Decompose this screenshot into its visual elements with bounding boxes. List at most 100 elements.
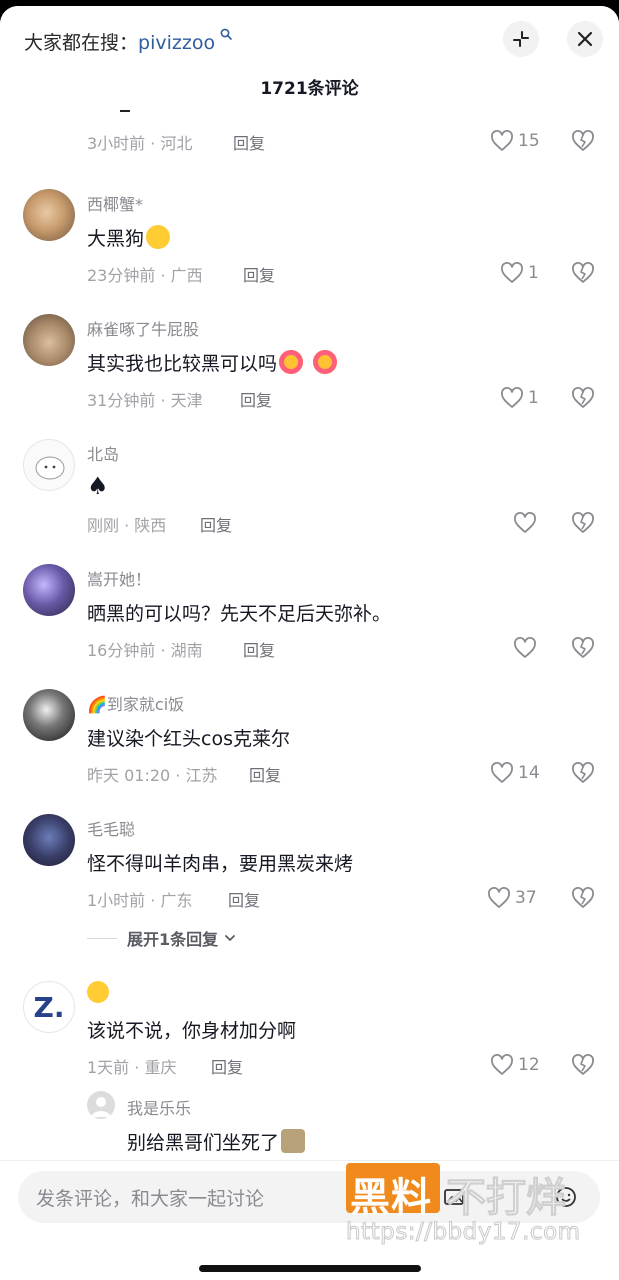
comment-meta: 1天前 · 重庆 [87,1058,177,1077]
watermark-url: https://bbdy17.com [346,1219,581,1246]
dislike-heart-icon[interactable] [570,385,596,411]
like-button[interactable]: 12 [490,1052,540,1078]
heart-icon [501,262,523,283]
divider [87,937,117,939]
comment-text-content: 其实我也比较黑可以吗 [87,353,278,375]
watermark-tagline: 不打烊 [446,1175,567,1222]
comment-meta: 3小时前 · 河北 [87,134,193,153]
comment-username[interactable] [87,981,109,1007]
expand-replies-button[interactable]: 展开1条回复 [87,926,238,950]
comment-meta: 昨天 01:20 · 江苏 [87,766,218,785]
heart-icon [491,762,513,783]
avatar[interactable] [23,814,75,866]
comment-username[interactable]: 北岛 [87,441,119,465]
avatar[interactable]: Z. [23,981,75,1033]
watermark: 黑料 不打烊 https://bbdy17.com [346,1163,596,1253]
minimize-icon [513,31,529,47]
comment-username[interactable]: 西椰蟹* [87,191,143,215]
expand-replies-label: 展开1条回复 [127,930,219,949]
heart-icon [514,512,536,533]
like-button[interactable] [513,510,541,536]
emoji-flushed [146,225,171,249]
chevron-down-icon [225,935,236,941]
comment-meta: 刚刚 · 陕西 [87,516,167,535]
avatar[interactable] [23,189,75,241]
comment-meta: 16分钟前 · 湖南 [87,641,203,660]
dislike-heart-icon[interactable] [570,128,596,154]
trending-search-prefix: 大家都在搜： [24,32,139,54]
default-avatar-icon [91,1097,111,1117]
comment-username[interactable]: 毛毛聪 [87,816,135,840]
avatar[interactable] [23,689,75,741]
avatar[interactable] [23,564,75,616]
comment-text-content: 大黑狗 [87,228,145,250]
comment-text: 大黑狗 [87,224,171,251]
comment-text: 该说不说，你身材加分啊 [87,1020,297,1042]
heart-icon [491,130,513,151]
trending-search-keyword[interactable]: pivizzoo [138,32,215,54]
dislike-heart-icon[interactable] [570,510,596,536]
comment-meta: 31分钟前 · 天津 [87,391,203,410]
like-button[interactable]: 15 [490,128,540,154]
comment-count: 1721条评论 [260,79,359,99]
reply-button[interactable]: 回复 [228,887,260,911]
comment-text: 怪不得叫羊肉串，要用黑炭来烤 [87,853,354,875]
comment-text: 晒黑的可以吗？先天不足后天弥补。 [87,603,392,625]
avatar[interactable] [23,314,75,366]
like-count: 12 [518,1055,540,1075]
reply-button[interactable]: 回复 [211,1054,243,1078]
truncated-text-fragment [120,110,130,112]
minimize-button[interactable] [503,21,539,57]
reply-button[interactable]: 回复 [200,512,232,536]
comment-meta: 1小时前 · 广东 [87,891,193,910]
dislike-heart-icon[interactable] [570,260,596,286]
like-button[interactable]: 37 [487,885,537,911]
comment-username[interactable]: 麻雀啄了牛屁股 [87,316,199,340]
reply-text-content: 别给黑哥们坐死了 [127,1132,280,1154]
heart-icon [491,1054,513,1075]
dislike-heart-icon[interactable] [570,760,596,786]
comments-header: 大家都在搜：pivizzoo 1721条评论 [0,6,619,110]
comment-text: 其实我也比较黑可以吗 [87,349,338,376]
emoji-heart-eyes [313,350,338,374]
comments-sheet: 大家都在搜：pivizzoo 1721条评论 3小时前 · 河北 回复 15 西… [0,6,619,1280]
reply-button[interactable]: 回复 [249,762,281,786]
comment-list[interactable]: 3小时前 · 河北 回复 15 西椰蟹* 大黑狗 23分钟前 · 广西 回复 1… [0,106,619,1166]
comment-username[interactable]: 嵩开她！ [87,566,151,590]
avatar-letter-logo: Z. [33,990,65,1024]
comment-text: ♠ [87,472,109,500]
like-count: 37 [515,888,537,908]
comment-meta: 23分钟前 · 广西 [87,266,203,285]
like-button[interactable] [513,635,541,661]
reply-button[interactable]: 回复 [243,262,275,286]
dislike-heart-icon[interactable] [570,635,596,661]
like-button[interactable]: 1 [500,385,539,411]
close-icon [577,31,593,47]
comment-username[interactable]: 🌈到家就ci饭 [87,691,184,715]
reply-text: 别给黑哥们坐死了 [127,1128,306,1155]
avatar-cartoon [35,456,65,480]
avatar[interactable] [23,439,75,491]
reply-username[interactable]: 我是乐乐 [127,1095,191,1119]
dislike-heart-icon[interactable] [570,885,596,911]
emoji-heart-eyes [279,350,304,374]
watermark-brand: 黑料 [350,1175,432,1221]
comment-input-placeholder: 发条评论，和大家一起讨论 [36,1188,265,1210]
home-indicator [199,1265,421,1272]
like-button[interactable]: 1 [500,260,539,286]
reply-button[interactable]: 回复 [243,637,275,661]
like-button[interactable]: 14 [490,760,540,786]
like-count: 14 [518,763,540,783]
reply-avatar[interactable] [87,1091,115,1119]
search-icon [216,28,232,43]
reply-button[interactable]: 回复 [240,387,272,411]
trending-search-link[interactable]: 大家都在搜：pivizzoo [24,28,232,55]
dislike-heart-icon[interactable] [570,1052,596,1078]
reply-button[interactable]: 回复 [233,130,265,154]
like-count: 15 [518,131,540,151]
heart-icon [501,387,523,408]
comment-text: 建议染个红头cos克莱尔 [87,728,290,750]
close-button[interactable] [567,21,603,57]
like-count: 1 [528,263,539,283]
heart-icon [488,887,510,908]
